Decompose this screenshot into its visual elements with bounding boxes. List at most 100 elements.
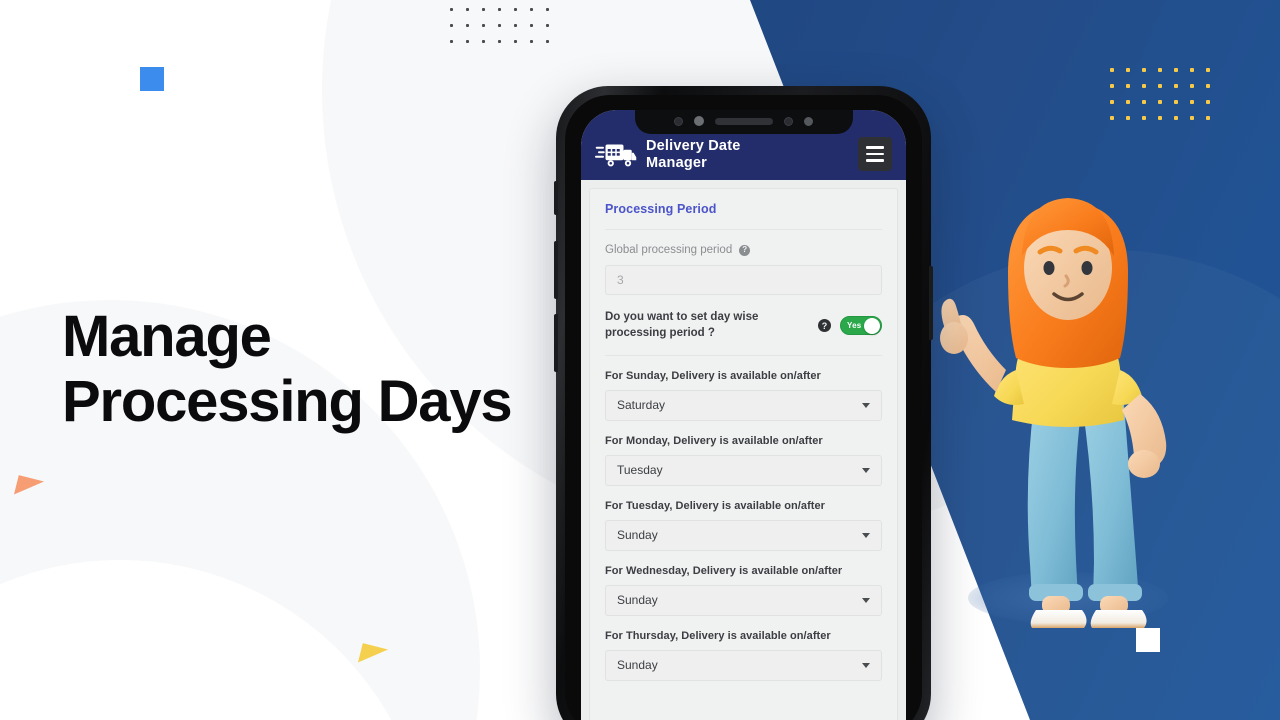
toggle-state-label: Yes [847,321,862,331]
decor-dot [1190,68,1194,72]
decor-dot [482,8,485,11]
decor-dot [1110,84,1114,88]
decor-dot [466,8,469,11]
notch-sensor-icon [674,116,683,126]
decor-dot [1158,100,1162,104]
global-processing-period-input[interactable]: 3 [605,265,882,295]
day-row-select[interactable]: Tuesday [605,454,882,486]
decor-dot [1142,116,1146,120]
day-row-label: For Monday, Delivery is available on/aft… [605,434,823,447]
decor-dot [1110,100,1114,104]
plus-icon-left [140,67,164,91]
app-brand-text: Delivery Date Manager [646,138,741,172]
day-row-select[interactable]: Saturday [605,389,882,421]
question-mark-icon-toggle[interactable]: ? [818,319,831,333]
notch-speaker-icon [715,117,773,125]
decor-dot [514,8,517,11]
decor-dot [466,24,469,27]
day-row-select[interactable]: Sunday [605,584,882,616]
brand-line-1: Delivery Date [646,137,741,154]
card-title: Processing Period [605,202,882,230]
day-row-select-value: Sunday [617,658,658,673]
day-row-select-value: Tuesday [617,463,663,478]
notch-camera-icon-2 [804,116,813,126]
promo-banner: Manage Processing Days Delivery Date Man… [0,0,1280,720]
decor-dot [1126,84,1130,88]
phone-screen: Delivery Date Manager Processing Period [581,110,906,720]
hamburger-menu-icon[interactable] [858,137,892,171]
phone-volume-down-button[interactable] [554,314,558,372]
decor-dot [498,8,501,11]
decor-dot [1126,68,1130,72]
day-row: For Tuesday, Delivery is available on/af… [605,486,882,551]
global-processing-period-label: Global processing period ? [605,244,882,256]
menu-bar-2 [866,152,884,156]
day-row-select-value: Sunday [617,528,658,543]
dot-grid-top [450,8,562,56]
decor-dot [1190,100,1194,104]
chevron-down-icon [862,662,870,668]
decor-dot [1142,68,1146,72]
phone-power-button[interactable] [929,266,933,340]
day-wise-toggle-question: Do you want to set day wise processing p… [605,311,759,339]
phone-bezel: Delivery Date Manager Processing Period [565,95,922,720]
question-mark-icon[interactable]: ? [739,244,751,256]
dot-grid-right [1110,68,1222,132]
decor-dot [1190,116,1194,120]
decor-dot [1158,116,1162,120]
day-row-select[interactable]: Sunday [605,649,882,681]
decor-dot [1110,116,1114,120]
notch-camera-icon [694,116,704,126]
day-row-select[interactable]: Sunday [605,519,882,551]
phone-mockup: Delivery Date Manager Processing Period [554,86,933,720]
decor-dot [1174,84,1178,88]
menu-bar-3 [866,159,884,162]
phone-notch [634,110,853,134]
decor-dot [546,8,549,11]
decor-dot [450,24,453,27]
decor-dot [1174,100,1178,104]
headline-line-1: Manage [62,304,272,369]
app-header: Delivery Date Manager [581,110,906,180]
day-wise-toggle-switch[interactable]: Yes [840,316,882,336]
day-row: For Sunday, Delivery is available on/aft… [605,356,882,421]
phone-volume-up-button[interactable] [554,241,558,299]
decor-dot [1126,100,1130,104]
app-content: Processing Period Global processing peri… [581,180,906,720]
decor-dot [1158,68,1162,72]
day-row-select-value: Saturday [617,398,666,413]
decor-dot [514,24,517,27]
3d-woman-pointing-illustration [940,198,1168,628]
decor-dot [1158,84,1162,88]
day-row-label: For Thursday, Delivery is available on/a… [605,629,831,642]
decor-dot [466,40,469,43]
global-processing-period-label-text: Global processing period [605,244,733,256]
phone-mute-button[interactable] [554,181,558,215]
plus-icon-right [1136,628,1160,652]
decor-dot [1142,100,1146,104]
decor-dot [530,40,533,43]
app-brand: Delivery Date Manager [595,138,858,172]
day-row: For Wednesday, Delivery is available on/… [605,551,882,616]
chevron-down-icon [862,532,870,538]
decor-dot [482,40,485,43]
decor-dot [1206,116,1210,120]
toggle-knob [863,317,880,334]
decor-dot [514,40,517,43]
decor-dot [546,40,549,43]
decor-dot [450,40,453,43]
processing-period-card: Processing Period Global processing peri… [589,188,898,720]
menu-bar-1 [866,146,884,149]
day-row-label: For Tuesday, Delivery is available on/af… [605,499,825,512]
decor-dot [1206,68,1210,72]
chevron-down-icon [862,467,870,473]
page-title: Manage Processing Days [62,304,532,435]
decor-dot [1190,84,1194,88]
decor-dot [1110,68,1114,72]
day-rows-list: For Sunday, Delivery is available on/aft… [605,356,882,681]
decor-dot [482,24,485,27]
notch-sensor-icon-2 [784,116,793,126]
decor-dot [530,24,533,27]
decor-dot [1126,116,1130,120]
chevron-down-icon [862,402,870,408]
